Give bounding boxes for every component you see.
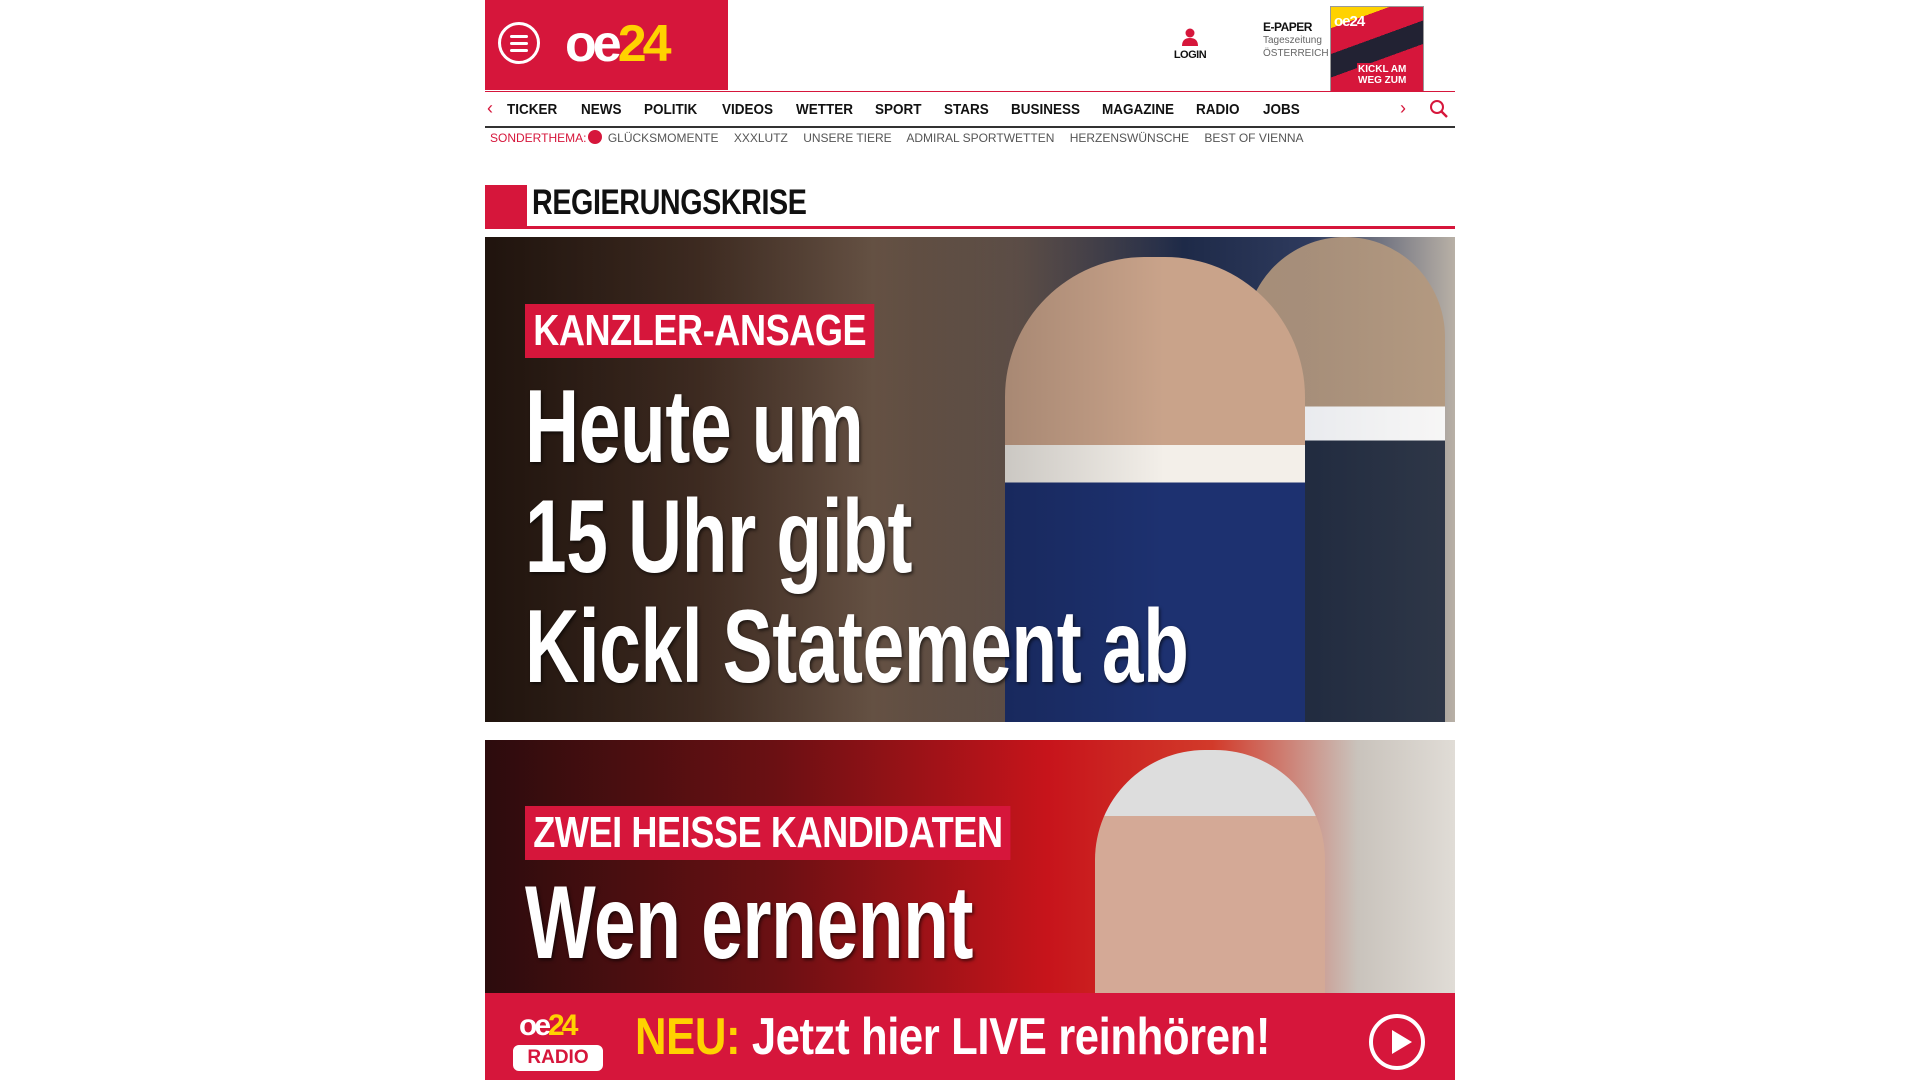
epaper-edition: ÖSTERREICH [1263,48,1329,59]
topic-link[interactable]: BEST OF VIENNA [1204,131,1303,145]
menu-icon [510,35,528,38]
section-divider [527,226,1455,229]
menu-button[interactable] [498,22,540,64]
topic-link[interactable]: XXXLUTZ [734,131,788,145]
nav-item-politik[interactable]: POLITIK [644,101,697,118]
radio-banner-text: NEU: Jetzt hier LIVE reinhören! [635,1007,1270,1067]
nav-item-jobs[interactable]: JOBS [1263,101,1300,118]
epaper-cover-headline: KICKL AM WEG ZUM [1357,63,1423,87]
play-button[interactable] [1369,1014,1425,1070]
nav-item-radio[interactable]: RADIO [1196,101,1240,118]
radio-logo: oe24 RADIO [513,1009,603,1073]
hero-article-2[interactable]: ZWEI HEISSE KANDIDATEN Wen ernennt [485,740,1455,1000]
search-icon[interactable] [1429,99,1449,119]
radio-new-label: NEU: [635,1008,741,1066]
section-marker [485,185,527,229]
hero-headline-line: Kickl Statement ab [525,589,1189,705]
chevron-right-icon[interactable]: › [1400,98,1406,119]
logo-main: oe [565,15,622,73]
special-topics-bar: SONDERTHEMA: GLÜCKSMOMENTE XXXLUTZ UNSER… [490,130,1316,148]
special-topics-label: SONDERTHEMA: [490,131,587,145]
hero-article-1[interactable]: KANZLER-ANSAGE Heute um 15 Uhr gibt Kick… [485,237,1455,722]
topic-link[interactable]: HERZENSWÜNSCHE [1070,131,1189,145]
chevron-left-icon[interactable]: ‹ [487,98,493,119]
nav-item-videos[interactable]: VIDEOS [722,101,773,118]
radio-banner[interactable]: oe24 RADIO NEU: Jetzt hier LIVE reinhöre… [485,993,1455,1080]
section-title[interactable]: REGIERUNGSKRISE [532,183,807,223]
login-label: LOGIN [1173,49,1207,61]
nav-item-ticker[interactable]: TICKER [507,101,557,118]
hero-headline: Heute um 15 Uhr gibt Kickl Statement ab [525,369,1189,705]
play-icon [1392,1030,1412,1054]
nav-item-sport[interactable]: SPORT [875,101,922,118]
topic-link[interactable]: ADMIRAL SPORTWETTEN [906,131,1054,145]
epaper-title: E-PAPER [1263,20,1312,34]
hero-kicker: KANZLER-ANSAGE [525,304,875,358]
nav-item-wetter[interactable]: WETTER [796,101,853,118]
hero-headline-line: 15 Uhr gibt [525,479,913,595]
radio-cta-text: Jetzt hier LIVE reinhören! [751,1008,1271,1066]
menu-icon-bar [510,42,528,45]
epaper-cover-logo: oe24 [1334,13,1365,30]
site-logo[interactable]: oe24 [565,14,672,74]
main-navigation: ‹ TICKER NEWS POLITIK VIDEOS WETTER SPOR… [485,91,1455,128]
login-button[interactable]: LOGIN [1165,28,1215,61]
heart-icon [588,130,603,144]
hero-headline: Wen ernennt [525,865,974,981]
topic-link[interactable]: UNSERE TIERE [803,131,891,145]
epaper-cover-image[interactable]: oe24 KICKL AM WEG ZUM [1330,6,1424,92]
nav-item-business[interactable]: BUSINESS [1011,101,1080,118]
epaper-link[interactable]: E-PAPER Tageszeitung ÖSTERREICH [1263,20,1329,60]
radio-logo-label: RADIO [513,1045,603,1071]
hero-headline-line: Heute um [525,369,864,485]
user-icon [1182,28,1198,46]
logo-accent: 24 [617,15,672,73]
nav-item-magazine[interactable]: MAGAZINE [1102,101,1174,118]
hero-photo-person [1095,750,1325,1000]
nav-item-news[interactable]: NEWS [581,101,622,118]
menu-icon-bar [510,49,528,52]
radio-logo-main: oe [519,1009,551,1042]
topic-link[interactable]: GLÜCKSMOMENTE [608,131,719,145]
nav-item-stars[interactable]: STARS [944,101,989,118]
page-wrapper: oe24 LOGIN E-PAPER Tageszeitung ÖSTERREI… [485,0,1455,1080]
hero-kicker: ZWEI HEISSE KANDIDATEN [525,806,1011,860]
radio-logo-accent: 24 [548,1009,578,1042]
epaper-subtitle: Tageszeitung [1263,35,1322,46]
brand-header: oe24 [485,0,728,90]
